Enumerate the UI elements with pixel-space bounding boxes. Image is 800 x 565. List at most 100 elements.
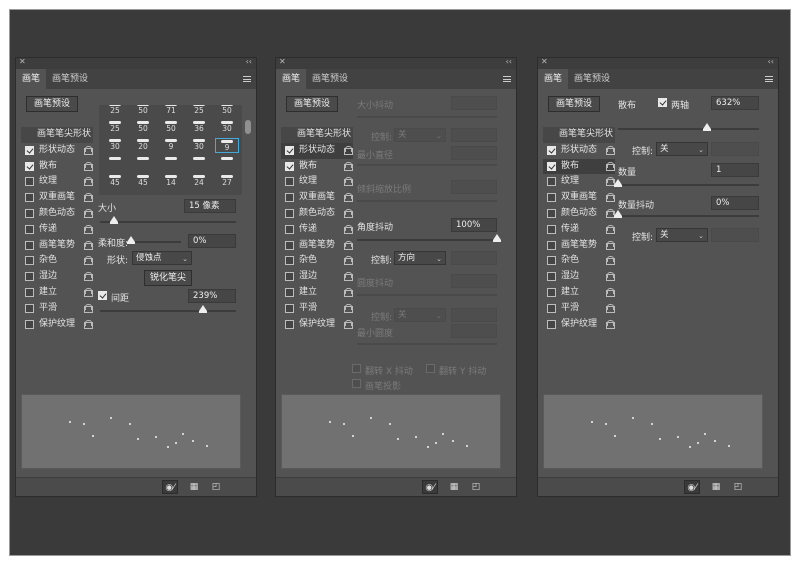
collapse-icon[interactable]: ‹‹ (246, 57, 252, 66)
toggle-brush-icon[interactable]: ◉⁄ (162, 480, 178, 494)
brush-tip-grid[interactable]: 25 50 71 25 50 25 50 50 36 30 30 20 9 30 9 45 45 14 24 27 (99, 105, 242, 195)
setting-item-shape-dynamics[interactable]: 形状动态 (543, 143, 615, 159)
brush-tip-cell[interactable]: 45 (103, 174, 127, 189)
setting-checkbox[interactable] (25, 193, 34, 203)
setting-checkbox[interactable] (25, 287, 34, 297)
lock-icon[interactable] (344, 193, 353, 203)
setting-item-protect-texture[interactable]: 保护纹理 (281, 317, 353, 333)
lock-icon[interactable] (84, 256, 93, 266)
angle-control-select[interactable]: 方向 ⌄ (394, 251, 446, 265)
tab-brush[interactable]: 画笔 (538, 69, 569, 89)
setting-item-texture[interactable]: 纹理 (281, 174, 353, 190)
scatter-input[interactable]: 632% (711, 96, 759, 110)
lock-icon[interactable] (84, 161, 93, 171)
lock-icon[interactable] (606, 208, 615, 218)
both-axes-checkbox[interactable] (658, 98, 667, 107)
new-brush-icon[interactable]: ◰ (468, 480, 484, 494)
setting-item-brush-pose[interactable]: 画笔笔势 (543, 238, 615, 254)
count-slider-thumb[interactable] (614, 179, 622, 187)
brush-tip-cell[interactable] (103, 156, 127, 171)
setting-item-smoothing[interactable]: 平滑 (281, 301, 353, 317)
setting-checkbox[interactable] (25, 161, 34, 171)
setting-checkbox[interactable] (25, 177, 34, 187)
count-slider[interactable] (614, 179, 759, 187)
lock-icon[interactable] (84, 193, 93, 203)
setting-checkbox[interactable] (25, 319, 34, 329)
lock-icon[interactable] (606, 224, 615, 234)
setting-item-color-dynamics[interactable]: 颜色动态 (21, 206, 93, 222)
sharpen-tip-button[interactable]: 锐化笔尖 (144, 270, 192, 286)
setting-item-build-up[interactable]: 建立 (281, 285, 353, 301)
lock-icon[interactable] (344, 208, 353, 218)
brush-tip-cell[interactable]: 25 (103, 120, 127, 135)
lock-icon[interactable] (606, 193, 615, 203)
brush-tip-cell[interactable] (131, 156, 155, 171)
lock-icon[interactable] (84, 224, 93, 234)
brush-tip-cell[interactable]: 71 (159, 105, 183, 117)
scatter-slider[interactable] (618, 123, 759, 131)
setting-item-transfer[interactable]: 传递 (543, 222, 615, 238)
brush-tip-cell[interactable]: 36 (187, 120, 211, 135)
setting-checkbox[interactable] (25, 303, 34, 313)
setting-item-color-dynamics[interactable]: 颜色动态 (281, 206, 353, 222)
setting-item-transfer[interactable]: 传递 (21, 222, 93, 238)
lock-icon[interactable] (606, 240, 615, 250)
setting-checkbox[interactable] (547, 177, 556, 187)
angle-jitter-slider[interactable] (357, 234, 501, 242)
hardness-slider-thumb[interactable] (127, 236, 135, 244)
tab-brush-preset[interactable]: 画笔预设 (46, 69, 94, 89)
brush-grid-scrollbar[interactable] (245, 120, 251, 134)
tab-brush[interactable]: 画笔 (16, 69, 47, 89)
setting-item-noise[interactable]: 杂色 (21, 253, 93, 269)
lock-icon[interactable] (344, 272, 353, 282)
lock-icon[interactable] (344, 256, 353, 266)
angle-jitter-input[interactable]: 100% (451, 218, 497, 232)
brush-tip-cell[interactable]: 30 (187, 138, 211, 153)
brush-tip-cell[interactable] (187, 156, 211, 171)
count-jitter-slider[interactable] (614, 210, 759, 218)
brush-tip-cell[interactable]: 9 (159, 138, 183, 153)
brush-preset-button[interactable]: 画笔预设 (286, 96, 338, 112)
setting-item-scatter[interactable]: 散布 (21, 159, 93, 175)
brush-tip-cell[interactable]: 50 (131, 105, 155, 117)
new-brush-icon[interactable]: ◰ (208, 480, 224, 494)
setting-checkbox[interactable] (25, 224, 34, 234)
setting-item-tip-shape[interactable]: 画笔笔尖形状 (543, 127, 615, 143)
brush-tip-cell[interactable]: 24 (187, 174, 211, 189)
setting-item-smoothing[interactable]: 平滑 (21, 301, 93, 317)
setting-item-scatter[interactable]: 散布 (543, 158, 615, 175)
setting-checkbox[interactable] (547, 145, 556, 155)
brush-tip-cell[interactable]: 50 (159, 120, 183, 135)
brush-preset-button[interactable]: 画笔预设 (548, 96, 600, 112)
lock-icon[interactable] (606, 303, 615, 313)
lock-icon[interactable] (606, 145, 615, 155)
spacing-input[interactable]: 239% (188, 289, 236, 303)
grid-icon[interactable]: ▦ (446, 480, 462, 494)
setting-checkbox[interactable] (285, 319, 294, 329)
lock-icon[interactable] (84, 287, 93, 297)
lock-icon[interactable] (84, 177, 93, 187)
setting-item-brush-pose[interactable]: 画笔笔势 (281, 238, 353, 254)
brush-tip-cell[interactable]: 27 (215, 174, 239, 189)
brush-tip-cell[interactable]: 30 (215, 120, 239, 135)
setting-item-build-up[interactable]: 建立 (21, 285, 93, 301)
setting-item-tip-shape[interactable]: 画笔笔尖形状 (281, 127, 353, 143)
grid-icon[interactable]: ▦ (186, 480, 202, 494)
setting-checkbox[interactable] (285, 256, 294, 266)
new-brush-icon[interactable]: ◰ (730, 480, 746, 494)
setting-checkbox[interactable] (547, 303, 556, 313)
setting-item-color-dynamics[interactable]: 颜色动态 (543, 206, 615, 222)
setting-checkbox[interactable] (285, 303, 294, 313)
toggle-brush-icon[interactable]: ◉⁄ (684, 480, 700, 494)
setting-item-dual-brush[interactable]: 双重画笔 (21, 190, 93, 206)
setting-checkbox[interactable] (25, 208, 34, 218)
brush-tip-cell[interactable] (215, 156, 239, 171)
brush-tip-cell[interactable]: 45 (131, 174, 155, 189)
setting-checkbox[interactable] (547, 224, 556, 234)
panel-menu-icon[interactable] (503, 76, 511, 82)
size-input[interactable]: 15 像素 (184, 199, 236, 213)
brush-tip-cell[interactable]: 50 (131, 120, 155, 135)
setting-item-noise[interactable]: 杂色 (543, 253, 615, 269)
setting-checkbox[interactable] (285, 272, 294, 282)
setting-checkbox[interactable] (547, 193, 556, 203)
